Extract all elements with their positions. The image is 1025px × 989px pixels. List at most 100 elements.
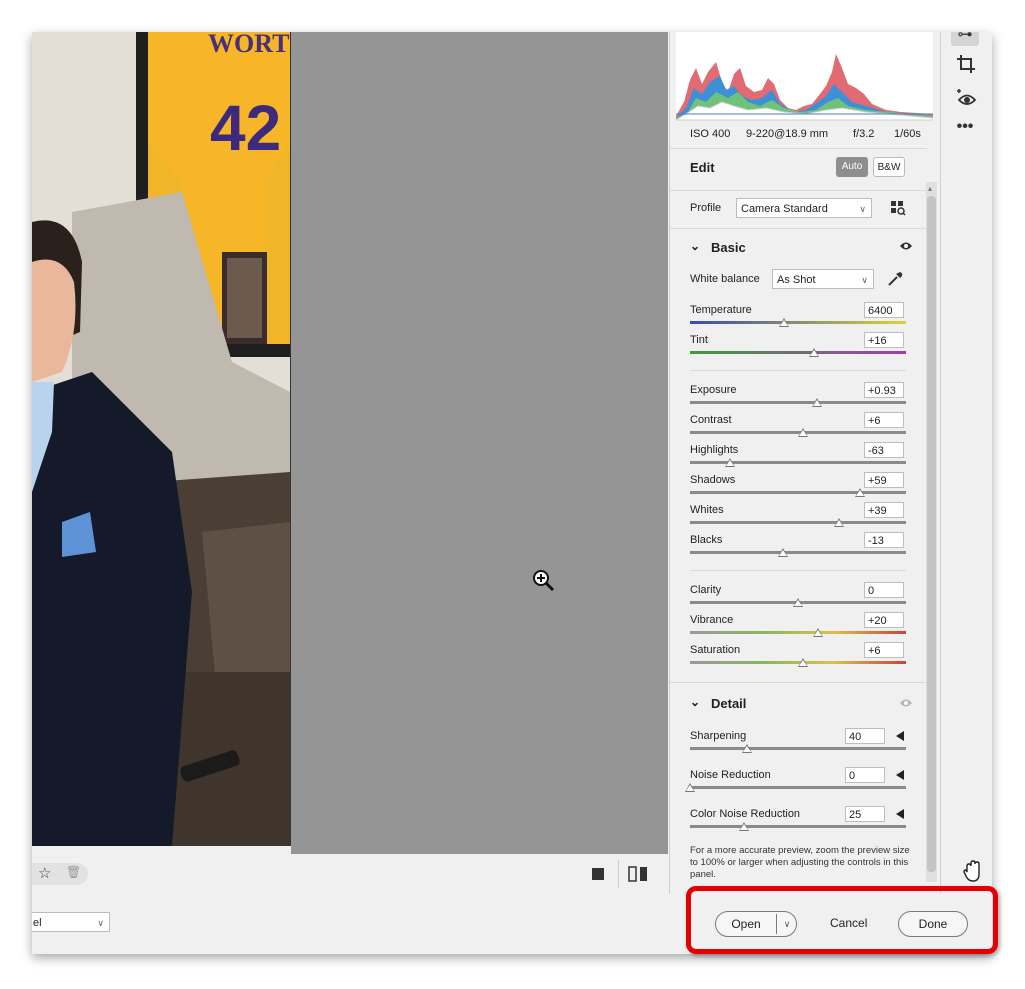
exposure-thumb[interactable] — [812, 398, 822, 407]
profile-dropdown[interactable]: Camera Standard ∨ — [736, 198, 872, 218]
saturation-value[interactable]: +6 — [864, 642, 904, 658]
edit-title: Edit — [690, 160, 715, 175]
exposure-value[interactable]: +0.93 — [864, 382, 904, 398]
preview-canvas[interactable] — [291, 32, 668, 854]
shadows-label: Shadows — [690, 474, 736, 486]
sharpening-label: Sharpening — [690, 730, 747, 742]
star-icon[interactable]: ☆ — [38, 864, 51, 882]
exif-lens: 9-220@18.9 mm — [746, 128, 829, 140]
detail-section-title[interactable]: Detail — [711, 696, 746, 711]
sharpening-thumb[interactable] — [742, 744, 752, 753]
exif-aperture: f/3.2 — [853, 128, 875, 140]
edit-panel: ISO 400 9-220@18.9 mm f/3.2 1/60s Edit A… — [669, 32, 940, 894]
eye-icon[interactable] — [899, 698, 913, 708]
shadows-value[interactable]: +59 — [864, 472, 904, 488]
eye-icon[interactable] — [899, 241, 913, 251]
exposure-track[interactable] — [690, 401, 906, 404]
highlights-value[interactable]: -63 — [864, 442, 904, 458]
eyedropper-icon[interactable] — [886, 270, 904, 288]
whites-label: Whites — [690, 504, 724, 516]
tint-value[interactable]: +16 — [864, 332, 904, 348]
noise-reduction-track[interactable] — [690, 786, 906, 789]
white-balance-label: White balance — [690, 273, 760, 285]
expand-left-icon[interactable] — [896, 731, 904, 741]
chevron-down-icon[interactable]: ⌄ — [690, 695, 700, 709]
preview-mode-icon[interactable] — [592, 868, 604, 880]
auto-button[interactable]: Auto — [836, 157, 868, 177]
noise-reduction-value[interactable]: 0 — [845, 767, 885, 783]
tint-track[interactable] — [690, 351, 906, 354]
basic-section-title[interactable]: Basic — [711, 240, 746, 255]
clarity-value[interactable]: 0 — [864, 582, 904, 598]
white-balance-dropdown[interactable]: As Shot ∨ — [772, 269, 874, 289]
contrast-thumb[interactable] — [798, 428, 808, 437]
vibrance-track[interactable] — [690, 631, 906, 634]
shadows-track[interactable] — [690, 491, 906, 494]
expand-left-icon[interactable] — [896, 770, 904, 780]
temperature-label: Temperature — [690, 304, 752, 316]
trash-icon[interactable]: 🗑 — [66, 865, 81, 879]
highlights-thumb[interactable] — [725, 458, 735, 467]
chevron-down-icon: ∨ — [859, 204, 866, 214]
whites-value[interactable]: +39 — [864, 502, 904, 518]
red-eye-icon[interactable] — [955, 88, 977, 108]
saturation-thumb[interactable] — [798, 658, 808, 667]
temperature-value[interactable]: 6400 — [864, 302, 904, 318]
blacks-value[interactable]: -13 — [864, 532, 904, 548]
color-noise-reduction-value[interactable]: 25 — [845, 806, 885, 822]
tool-strip: ⊶ ••• — [940, 32, 992, 954]
sharpening-value[interactable]: 40 — [845, 728, 885, 744]
blacks-thumb[interactable] — [778, 548, 788, 557]
tint-thumb[interactable] — [809, 348, 819, 357]
chevron-down-icon[interactable]: ⌄ — [690, 239, 700, 253]
tint-label: Tint — [690, 334, 708, 346]
highlight-annotation — [686, 886, 998, 954]
more-options-icon[interactable]: ••• — [951, 116, 979, 138]
camera-raw-window: WORTHY 42 ☆ 🗑 — [32, 32, 992, 954]
contrast-label: Contrast — [690, 414, 732, 426]
vibrance-thumb[interactable] — [813, 628, 823, 637]
panel-scrollbar[interactable]: ▴ — [926, 182, 937, 882]
shadows-thumb[interactable] — [855, 488, 865, 497]
jersey-number: 42 — [210, 92, 281, 164]
saturation-label: Saturation — [690, 644, 741, 656]
profile-browser-icon[interactable] — [890, 200, 906, 216]
zoom-in-cursor-icon — [533, 570, 555, 592]
workflow-dropdown-value: el — [33, 917, 42, 929]
crop-icon[interactable] — [956, 54, 976, 74]
noise-reduction-label: Noise Reduction — [690, 769, 771, 781]
jersey-name: WORTHY — [208, 32, 290, 58]
hand-tool-icon[interactable] — [963, 860, 983, 882]
workflow-dropdown[interactable]: el ∨ — [32, 912, 110, 932]
edit-sliders-icon[interactable]: ⊶ — [951, 32, 979, 46]
photo-preview[interactable]: WORTHY 42 — [32, 32, 291, 846]
color-noise-reduction-label: Color Noise Reduction — [690, 808, 801, 820]
sharpening-track[interactable] — [690, 747, 906, 750]
vibrance-label: Vibrance — [690, 614, 734, 626]
exif-info: ISO 400 9-220@18.9 mm f/3.2 1/60s — [670, 120, 940, 146]
before-after-icon[interactable] — [628, 866, 648, 882]
detail-note: For a more accurate preview, zoom the pr… — [690, 845, 910, 880]
expand-left-icon[interactable] — [896, 809, 904, 819]
color-noise-reduction-track[interactable] — [690, 825, 906, 828]
contrast-value[interactable]: +6 — [864, 412, 904, 428]
bw-button[interactable]: B&W — [873, 157, 905, 177]
blacks-track[interactable] — [690, 551, 906, 554]
highlights-track[interactable] — [690, 461, 906, 464]
histogram — [674, 32, 934, 121]
blacks-label: Blacks — [690, 534, 723, 546]
clarity-thumb[interactable] — [793, 598, 803, 607]
toolbar-divider — [618, 860, 619, 888]
color-noise-reduction-thumb[interactable] — [739, 822, 749, 831]
whites-track[interactable] — [690, 521, 906, 524]
scroll-up-icon[interactable]: ▴ — [928, 184, 932, 193]
temperature-thumb[interactable] — [779, 318, 789, 327]
whites-thumb[interactable] — [834, 518, 844, 527]
chevron-down-icon: ∨ — [861, 275, 868, 285]
noise-reduction-thumb[interactable] — [685, 783, 695, 792]
profile-label: Profile — [690, 202, 722, 214]
photo-image: WORTHY 42 — [32, 32, 290, 846]
temperature-track[interactable] — [690, 321, 906, 324]
scrollbar-thumb[interactable] — [927, 196, 936, 872]
vibrance-value[interactable]: +20 — [864, 612, 904, 628]
